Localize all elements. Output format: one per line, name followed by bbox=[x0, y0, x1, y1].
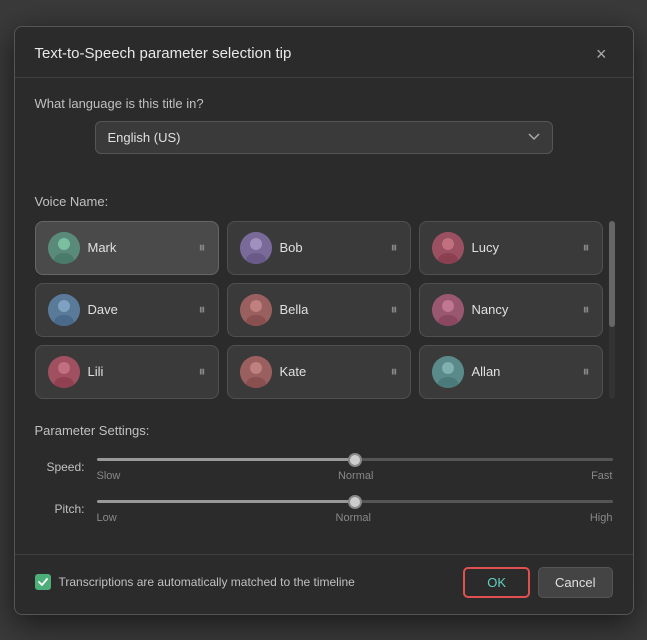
voice-card-mark[interactable]: Mark ⏸ bbox=[35, 221, 219, 275]
pitch-slider-wrap: Low Normal High bbox=[97, 494, 613, 524]
avatar-bella bbox=[240, 294, 272, 326]
avatar-kate bbox=[240, 356, 272, 388]
waveform-icon-nancy: ⏸ bbox=[583, 301, 590, 318]
cancel-button[interactable]: Cancel bbox=[538, 567, 612, 598]
voice-name-nancy: Nancy bbox=[472, 302, 509, 317]
tts-dialog: Text-to-Speech parameter selection tip ×… bbox=[14, 26, 634, 615]
avatar-dave bbox=[48, 294, 80, 326]
pitch-row: Pitch: Low Normal High bbox=[35, 494, 613, 524]
speed-slider-wrap: Slow Normal Fast bbox=[97, 452, 613, 482]
voice-name-kate: Kate bbox=[280, 364, 307, 379]
voice-card-bella[interactable]: Bella ⏸ bbox=[227, 283, 411, 337]
dialog-body: What language is this title in? English … bbox=[15, 78, 633, 554]
voice-card-lili[interactable]: Lili ⏸ bbox=[35, 345, 219, 399]
waveform-icon-kate: ⏸ bbox=[391, 363, 398, 380]
speed-slider[interactable] bbox=[97, 458, 613, 461]
voice-name-dave: Dave bbox=[88, 302, 118, 317]
voice-name-lili: Lili bbox=[88, 364, 104, 379]
avatar-allan bbox=[432, 356, 464, 388]
speed-row: Speed: Slow Normal Fast bbox=[35, 452, 613, 482]
avatar-lucy bbox=[432, 232, 464, 264]
voice-card-allan[interactable]: Allan ⏸ bbox=[419, 345, 603, 399]
ok-button[interactable]: OK bbox=[463, 567, 530, 598]
dialog-header: Text-to-Speech parameter selection tip × bbox=[15, 27, 633, 78]
param-settings-label: Parameter Settings: bbox=[35, 423, 613, 438]
waveform-icon-dave: ⏸ bbox=[199, 301, 206, 318]
auto-match-label: Transcriptions are automatically matched… bbox=[59, 575, 355, 589]
pitch-mid-label: Normal bbox=[336, 512, 371, 524]
voice-name-bella: Bella bbox=[280, 302, 309, 317]
waveform-icon-bella: ⏸ bbox=[391, 301, 398, 318]
checkbox-icon bbox=[35, 574, 51, 590]
language-question: What language is this title in? bbox=[35, 96, 613, 111]
pitch-slider[interactable] bbox=[97, 500, 613, 503]
waveform-icon-allan: ⏸ bbox=[583, 363, 590, 380]
speed-label: Speed: bbox=[35, 460, 85, 474]
waveform-icon-mark: ⏸ bbox=[199, 239, 206, 256]
pitch-label: Pitch: bbox=[35, 502, 85, 516]
dialog-title: Text-to-Speech parameter selection tip bbox=[35, 45, 292, 62]
voice-grid: Mark ⏸ Bob ⏸ bbox=[35, 221, 603, 399]
pitch-max-label: High bbox=[590, 512, 613, 524]
auto-match-checkbox[interactable]: Transcriptions are automatically matched… bbox=[35, 574, 355, 590]
voice-card-bob[interactable]: Bob ⏸ bbox=[227, 221, 411, 275]
voice-name-allan: Allan bbox=[472, 364, 501, 379]
waveform-icon-bob: ⏸ bbox=[391, 239, 398, 256]
voice-name-bob: Bob bbox=[280, 240, 303, 255]
close-button[interactable]: × bbox=[590, 43, 613, 65]
language-select[interactable]: English (US) bbox=[95, 121, 553, 154]
voice-card-dave[interactable]: Dave ⏸ bbox=[35, 283, 219, 337]
avatar-bob bbox=[240, 232, 272, 264]
avatar-nancy bbox=[432, 294, 464, 326]
voice-card-lucy[interactable]: Lucy ⏸ bbox=[419, 221, 603, 275]
scrollbar-thumb[interactable] bbox=[609, 221, 615, 328]
waveform-icon-lili: ⏸ bbox=[199, 363, 206, 380]
waveform-icon-lucy: ⏸ bbox=[583, 239, 590, 256]
speed-max-label: Fast bbox=[591, 470, 612, 482]
voice-card-nancy[interactable]: Nancy ⏸ bbox=[419, 283, 603, 337]
dialog-footer: Transcriptions are automatically matched… bbox=[15, 554, 633, 614]
voice-name-mark: Mark bbox=[88, 240, 117, 255]
footer-buttons: OK Cancel bbox=[463, 567, 612, 598]
scrollbar-track[interactable] bbox=[609, 221, 615, 399]
voice-name-label: Voice Name: bbox=[35, 194, 613, 209]
pitch-min-label: Low bbox=[97, 512, 117, 524]
avatar-lili bbox=[48, 356, 80, 388]
voice-name-lucy: Lucy bbox=[472, 240, 499, 255]
speed-mid-label: Normal bbox=[338, 470, 373, 482]
voice-card-kate[interactable]: Kate ⏸ bbox=[227, 345, 411, 399]
speed-min-label: Slow bbox=[97, 470, 121, 482]
avatar-mark bbox=[48, 232, 80, 264]
